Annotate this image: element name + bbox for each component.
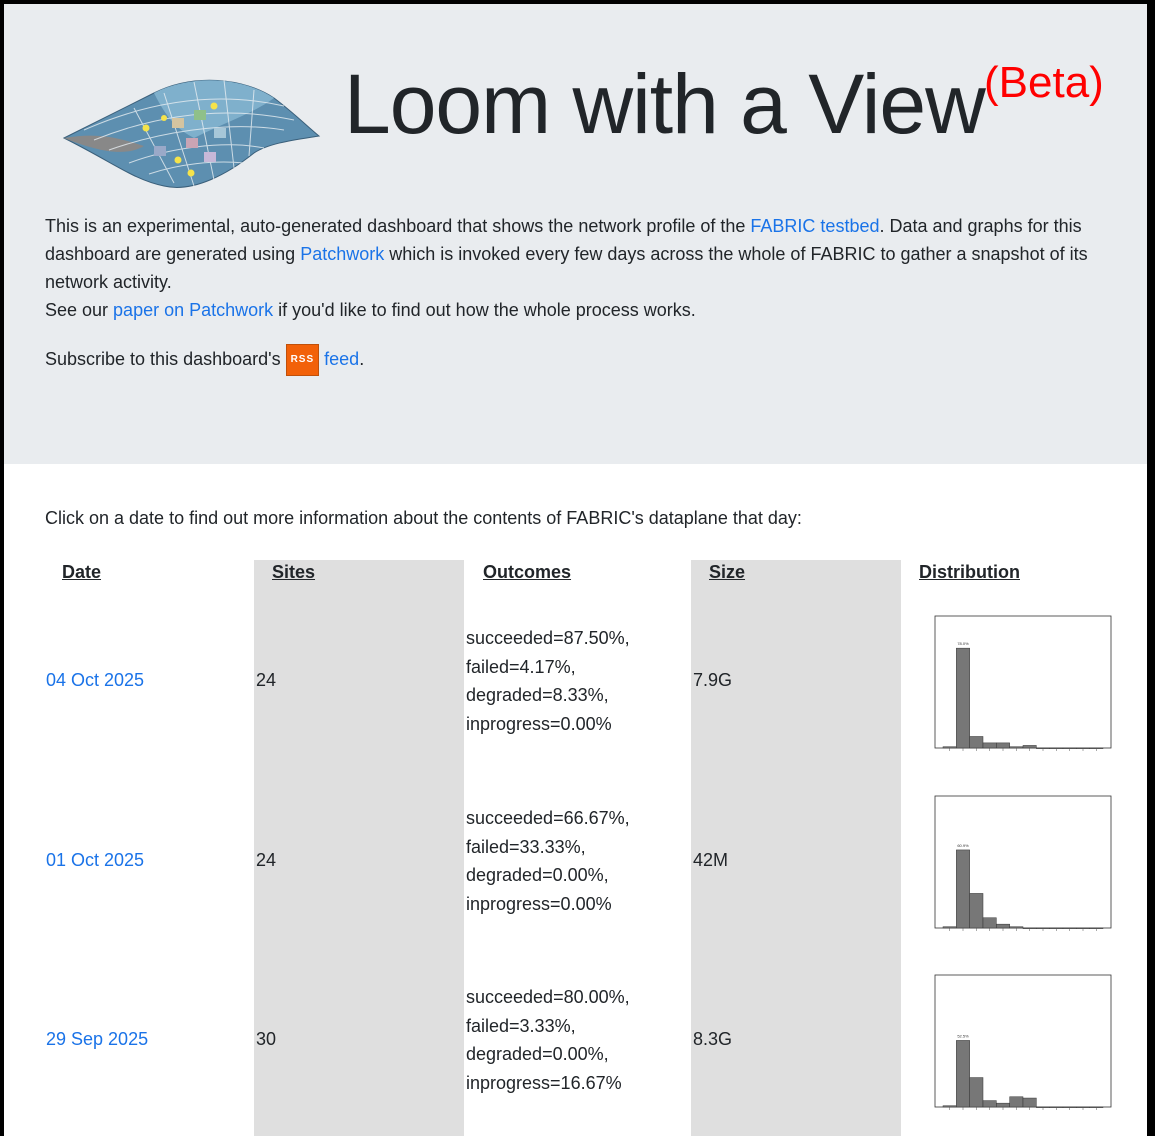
header-sites[interactable]: Sites xyxy=(272,562,315,583)
outcomes-value: succeeded=87.50%, failed=4.17%, degraded… xyxy=(466,624,630,738)
histogram-bar xyxy=(942,1105,957,1108)
subscribe-line: Subscribe to this dashboard's RSS feed. xyxy=(45,344,364,376)
table-row: 04 Oct 2025 24 succeeded=87.50%, failed=… xyxy=(4,600,1147,780)
outcome-inprogress: inprogress=16.67% xyxy=(466,1072,622,1093)
histogram-bar xyxy=(969,1077,984,1108)
intro-text: This is an experimental, auto-generated … xyxy=(45,212,1130,324)
fabric-testbed-link[interactable]: FABRIC testbed xyxy=(750,216,879,236)
beta-badge: (Beta) xyxy=(984,58,1104,107)
histogram-bar xyxy=(969,893,984,929)
feed-link[interactable]: feed xyxy=(324,349,359,369)
intro-paragraph: This is an experimental, auto-generated … xyxy=(45,212,1130,296)
histogram-bar xyxy=(982,1100,997,1108)
page-frame: Loom with a View (Beta) This is an exper… xyxy=(4,4,1147,1136)
histogram-bar xyxy=(956,647,970,749)
histogram-bar xyxy=(1022,745,1037,749)
histogram-bar xyxy=(1009,926,1024,929)
paper-paragraph: See our paper on Patchwork if you'd like… xyxy=(45,296,1130,324)
intro-text-5: if you'd like to find out how the whole … xyxy=(273,300,696,320)
peak-label: 60.9% xyxy=(957,843,969,848)
outcome-inprogress: inprogress=0.00% xyxy=(466,893,612,914)
distribution-chart[interactable]: 78.0% xyxy=(917,610,1117,756)
size-value: 42M xyxy=(693,850,729,870)
loom-logo xyxy=(62,79,321,188)
peak-label: 78.0% xyxy=(957,641,969,646)
size-value: 7.9G xyxy=(693,670,733,690)
subscribe-end: . xyxy=(359,348,365,369)
table-prompt: Click on a date to find out more informa… xyxy=(45,508,802,528)
outcome-succeeded: succeeded=87.50%, xyxy=(466,628,630,648)
rss-icon[interactable]: RSS xyxy=(285,344,320,376)
header-size[interactable]: Size xyxy=(709,562,745,583)
intro-text-4: See our xyxy=(45,300,114,320)
outcome-failed: failed=33.33%, xyxy=(466,836,586,857)
histogram-bar xyxy=(942,746,957,749)
table-row: 29 Sep 2025 30 succeeded=80.00%, failed=… xyxy=(4,959,1147,1136)
header-date[interactable]: Date xyxy=(62,562,101,583)
histogram-bar xyxy=(956,849,970,929)
outcome-inprogress: inprogress=0.00% xyxy=(466,713,612,734)
header-distribution[interactable]: Distribution xyxy=(919,562,1020,583)
outcomes-value: succeeded=80.00%, failed=3.33%, degraded… xyxy=(466,983,630,1097)
distribution-chart[interactable]: 60.9% xyxy=(917,790,1117,936)
outcome-degraded: degraded=8.33%, xyxy=(466,685,609,705)
histogram-bar xyxy=(956,1040,970,1108)
histogram-bar xyxy=(942,926,957,929)
histogram-bar xyxy=(982,742,997,749)
date-link[interactable]: 29 Sep 2025 xyxy=(46,1025,148,1053)
histogram-bar xyxy=(982,917,997,929)
patchwork-paper-link[interactable]: paper on Patchwork xyxy=(113,300,273,320)
sites-value: 24 xyxy=(256,850,277,870)
outcome-degraded: degraded=0.00%, xyxy=(466,865,609,885)
histogram-bar xyxy=(1022,1097,1037,1108)
histogram-bar xyxy=(969,736,984,749)
header-outcomes[interactable]: Outcomes xyxy=(483,562,571,583)
outcome-succeeded: succeeded=66.67%, xyxy=(466,808,630,828)
sites-value: 24 xyxy=(256,670,277,690)
subscribe-text: Subscribe to this dashboard's xyxy=(45,348,286,369)
histogram-bar xyxy=(996,923,1010,929)
outcome-degraded: degraded=0.00%, xyxy=(466,1044,609,1064)
outcomes-value: succeeded=66.67%, failed=33.33%, degrade… xyxy=(466,804,630,918)
outcome-failed: failed=4.17%, xyxy=(466,656,576,677)
sites-value: 30 xyxy=(256,1029,277,1049)
date-link[interactable]: 04 Oct 2025 xyxy=(46,666,144,694)
table-row: 01 Oct 2025 24 succeeded=66.67%, failed=… xyxy=(4,780,1147,960)
page-title: Loom with a View xyxy=(344,57,986,151)
histogram-bar xyxy=(1009,1096,1024,1108)
histogram-bar xyxy=(996,742,1010,749)
peak-label: 52.5% xyxy=(957,1033,969,1038)
histogram-bar xyxy=(1009,746,1024,749)
histogram-bar xyxy=(996,1102,1010,1108)
size-value: 8.3G xyxy=(693,1029,733,1049)
intro-text-1: This is an experimental, auto-generated … xyxy=(45,216,751,236)
distribution-chart[interactable]: 52.5% xyxy=(917,969,1117,1115)
outcome-succeeded: succeeded=80.00%, xyxy=(466,987,630,1007)
outcome-failed: failed=3.33%, xyxy=(466,1015,576,1036)
patchwork-link[interactable]: Patchwork xyxy=(300,244,384,264)
hero-banner: Loom with a View (Beta) This is an exper… xyxy=(4,4,1147,464)
date-link[interactable]: 01 Oct 2025 xyxy=(46,846,144,874)
